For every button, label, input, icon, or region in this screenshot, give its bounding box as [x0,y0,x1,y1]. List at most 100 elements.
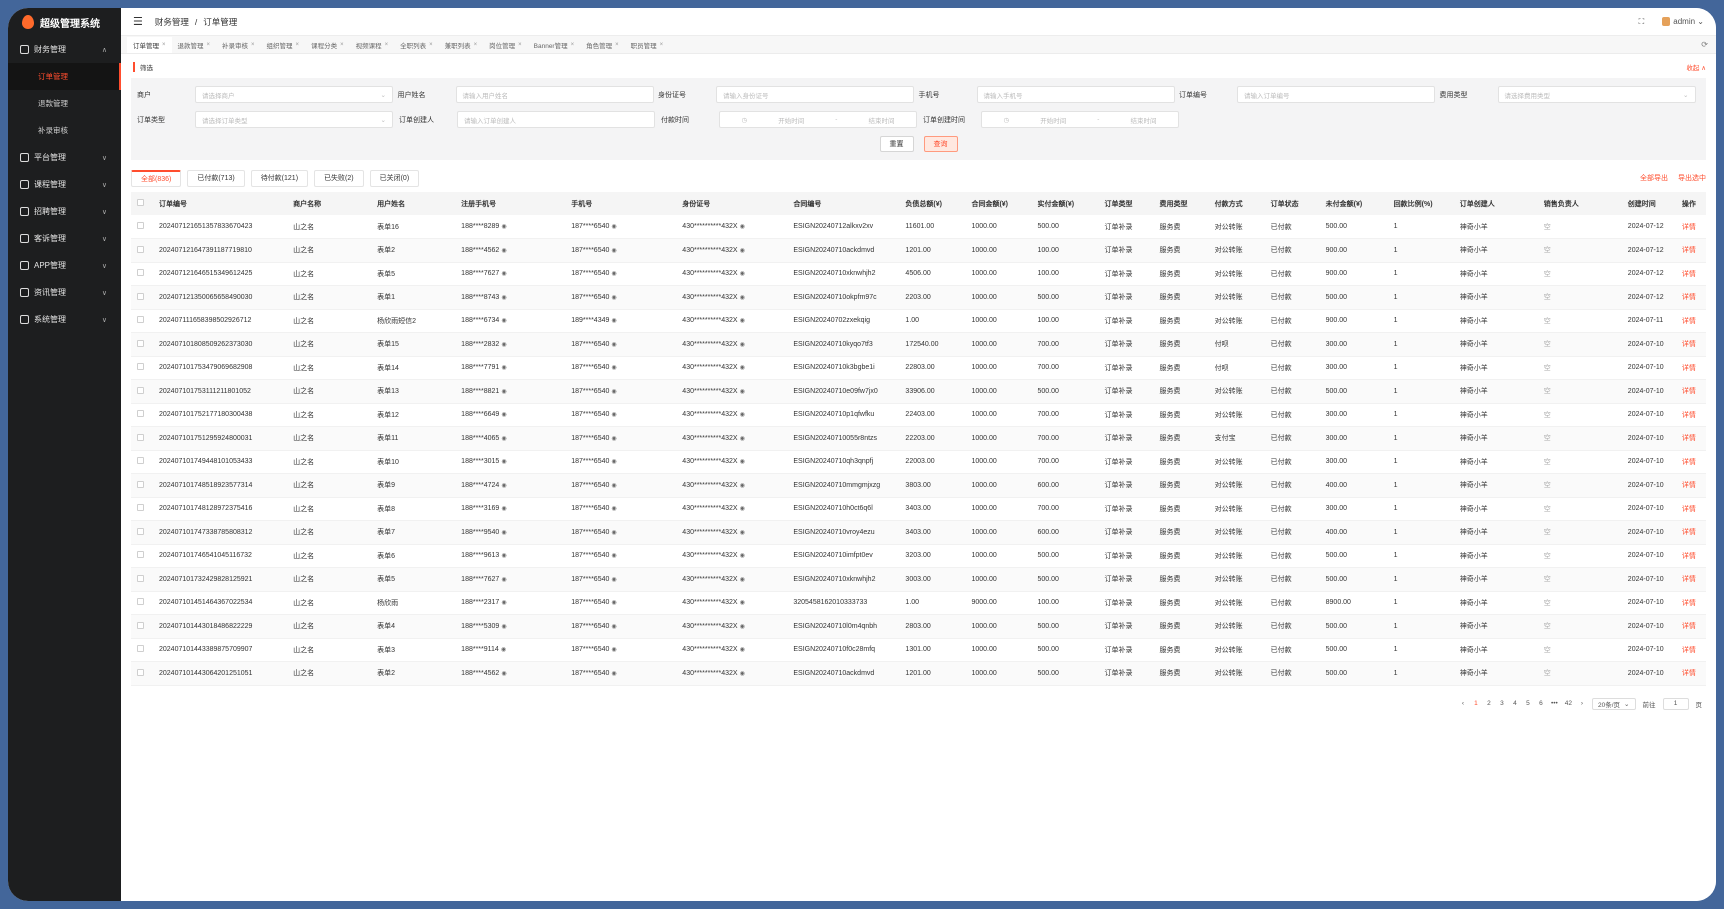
detail-link[interactable]: 详情 [1682,459,1696,466]
row-select-cell[interactable] [131,215,153,239]
eye-icon[interactable]: ◉ [501,318,506,324]
page-tab[interactable]: 补录审核 × [216,37,261,53]
eye-icon[interactable]: ◉ [501,412,506,418]
row-select-cell[interactable] [131,285,153,310]
table-row[interactable]: 202407121651357833670423 山之名 表单16 188****82… [131,215,1706,239]
table-cell[interactable]: 详情 [1675,215,1706,239]
detail-link[interactable]: 详情 [1682,647,1696,654]
row-select-cell[interactable] [131,567,153,592]
checkbox[interactable] [137,410,144,418]
table-cell[interactable]: 详情 [1675,450,1706,474]
detail-link[interactable]: 详情 [1682,341,1696,348]
row-select-cell[interactable] [131,426,153,451]
table-cell[interactable]: 详情 [1675,356,1706,380]
eye-icon[interactable]: ◉ [501,342,506,348]
eye-icon[interactable]: ◉ [740,506,745,512]
table-cell[interactable]: 详情 [1675,567,1706,592]
filter-input[interactable]: 请输入用户姓名 [455,86,654,103]
eye-icon[interactable]: ◉ [611,553,616,559]
sidebar-item[interactable]: 系统管理 ∨ [8,306,121,333]
eye-icon[interactable]: ◉ [611,271,616,277]
menu-toggle-icon[interactable]: ☰ [133,15,143,28]
eye-icon[interactable]: ◉ [611,577,616,583]
eye-icon[interactable]: ◉ [501,553,506,559]
close-icon[interactable]: × [571,42,575,48]
page-number[interactable]: ••• [1551,700,1558,707]
table-cell[interactable]: 详情 [1675,379,1706,404]
status-tab[interactable]: 已关闭(0) [369,169,420,187]
page-size-select[interactable]: 20条/页 ⌄ [1592,697,1636,710]
table-row[interactable]: 202407101748518923577314 山之名 表单9 188****472… [131,473,1706,498]
detail-link[interactable]: 详情 [1682,529,1696,536]
eye-icon[interactable]: ◉ [501,506,506,512]
detail-link[interactable]: 详情 [1682,318,1696,325]
eye-icon[interactable]: ◉ [611,530,616,536]
eye-icon[interactable]: ◉ [740,624,745,630]
checkbox[interactable] [137,339,144,347]
checkbox[interactable] [137,292,144,300]
table-cell[interactable]: 详情 [1675,497,1706,521]
table-row[interactable]: 202407101443064201251051 山之名 表单2 188****456… [131,661,1706,686]
eye-icon[interactable]: ◉ [611,506,616,512]
row-select-cell[interactable] [131,403,153,427]
table-row[interactable]: 202407101749448101053433 山之名 表单10 188****30… [131,450,1706,474]
eye-icon[interactable]: ◉ [611,671,616,677]
eye-icon[interactable]: ◉ [611,365,616,371]
row-select-cell[interactable] [131,450,153,474]
eye-icon[interactable]: ◉ [501,389,506,395]
sidebar-item[interactable]: 课程管理 ∨ [8,171,121,198]
table-row[interactable]: 202407101753111211801052 山之名 表单13 188****88… [131,379,1706,404]
page-tab[interactable]: 退款管理 × [172,37,217,53]
page-number[interactable]: 1 [1473,700,1479,707]
page-number[interactable]: 4 [1512,700,1518,707]
checkbox[interactable] [137,621,144,629]
eye-icon[interactable]: ◉ [740,459,745,465]
row-select-cell[interactable] [131,544,153,568]
checkbox[interactable] [137,245,144,253]
row-select-cell[interactable] [131,262,153,286]
eye-icon[interactable]: ◉ [501,248,506,254]
sidebar-item[interactable]: 资讯管理 ∨ [8,279,121,306]
eye-icon[interactable]: ◉ [501,624,506,630]
table-cell[interactable]: 详情 [1675,544,1706,568]
checkbox[interactable] [137,222,144,229]
row-select-cell[interactable] [131,332,153,357]
search-button[interactable]: 查询 [923,136,958,152]
page-tab[interactable]: 组织管理 × [261,37,306,53]
user-menu[interactable]: admin ⌄ [1662,17,1704,27]
checkbox[interactable] [137,386,144,394]
breadcrumb-item[interactable]: 财务管理 [155,16,189,28]
table-cell[interactable]: 详情 [1675,332,1706,357]
table-cell[interactable]: 详情 [1675,262,1706,286]
eye-icon[interactable]: ◉ [501,271,506,277]
close-icon[interactable]: × [660,42,664,48]
filter-input[interactable]: 请输入订单编号 [1237,86,1435,103]
checkbox[interactable] [137,363,144,371]
close-icon[interactable]: × [474,42,478,48]
status-tab[interactable]: 待付款(121) [250,169,309,187]
table-row[interactable]: 202407101746541045116732 山之名 表单6 188****961… [131,544,1706,568]
eye-icon[interactable]: ◉ [611,389,616,395]
table-cell[interactable]: 详情 [1675,614,1706,639]
checkbox[interactable] [137,598,144,606]
eye-icon[interactable]: ◉ [611,342,616,348]
checkbox[interactable] [137,457,144,465]
detail-link[interactable]: 详情 [1682,435,1696,442]
page-tab[interactable]: 视频课程 × [350,37,395,53]
sidebar-subitem[interactable]: 补录审核 [8,117,121,144]
sidebar-subitem[interactable]: 订单管理 [8,63,121,90]
checkbox[interactable] [137,527,144,535]
detail-link[interactable]: 详情 [1682,576,1696,583]
checkbox[interactable] [137,199,144,206]
export-all-button[interactable]: 全部导出 [1640,173,1668,183]
refresh-icon[interactable]: ⟳ [1701,40,1708,49]
next-page-button[interactable]: › [1579,700,1585,707]
eye-icon[interactable]: ◉ [740,553,745,559]
eye-icon[interactable]: ◉ [501,365,506,371]
table-row[interactable]: 202407101808509262373030 山之名 表单15 188****28… [131,332,1706,357]
close-icon[interactable]: × [518,42,522,48]
table-row[interactable]: 202407101443018486822229 山之名 表单4 188****530… [131,614,1706,639]
sidebar-item[interactable]: 财务管理 ∧ [8,36,121,63]
eye-icon[interactable]: ◉ [740,365,745,371]
eye-icon[interactable]: ◉ [611,295,616,301]
